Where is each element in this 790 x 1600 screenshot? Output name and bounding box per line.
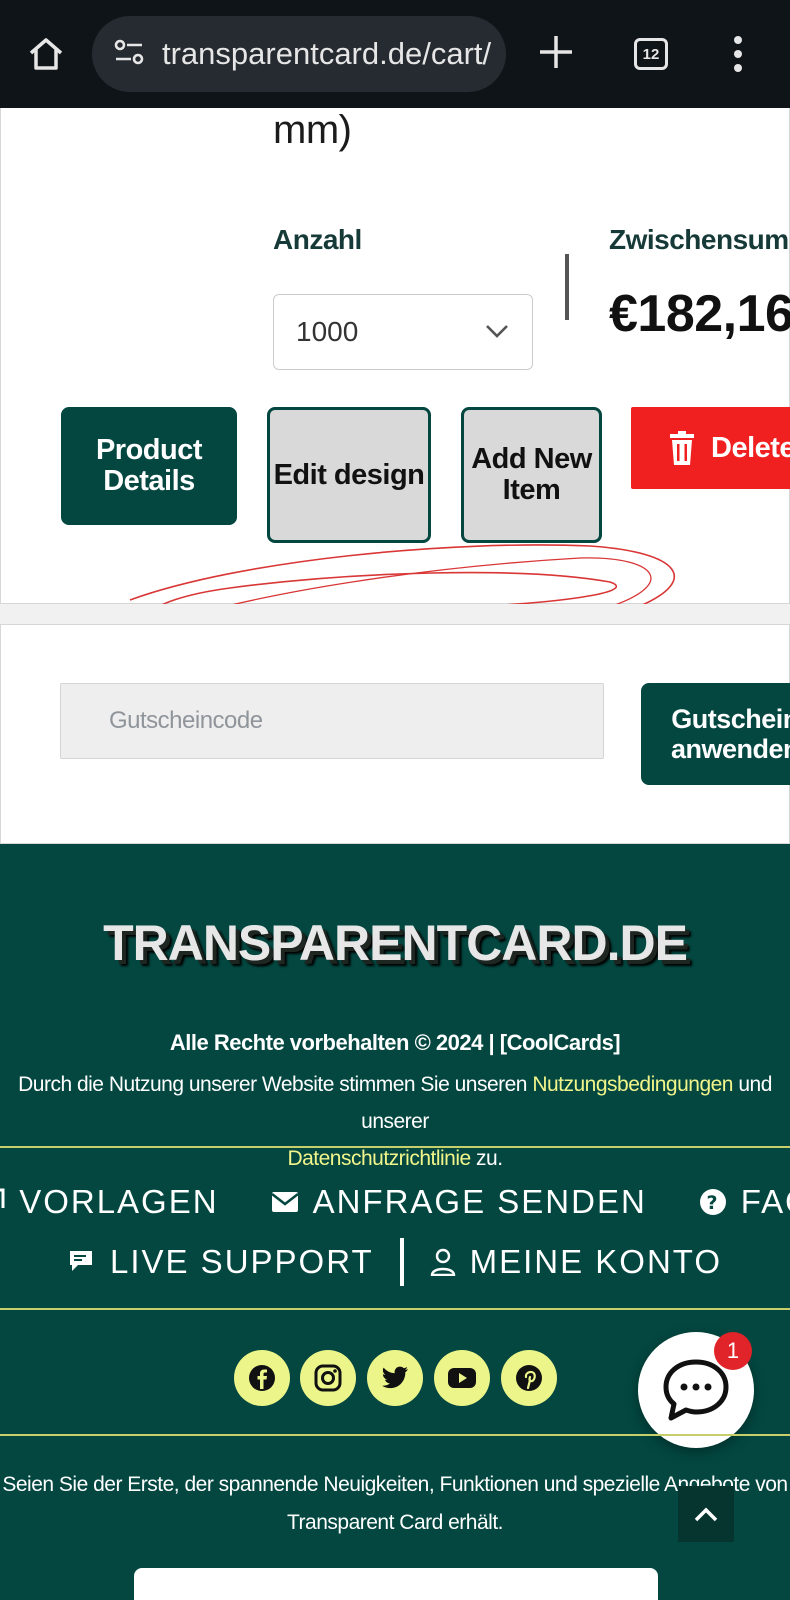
edit-design-button[interactable]: Edit design	[267, 407, 431, 543]
terms-notice-text: Durch die Nutzung unserer Website stimme…	[18, 1073, 533, 1096]
new-tab-icon[interactable]	[534, 30, 578, 74]
coupon-panel: Gutschein anwenden	[0, 624, 790, 844]
subtotal-value: €182,16	[609, 285, 790, 343]
add-new-item-button[interactable]: Add New Item	[461, 407, 602, 543]
nav-request[interactable]: ANFRAGE SENDEN	[245, 1183, 673, 1221]
chat-icon	[69, 1251, 92, 1271]
section-separator	[0, 604, 790, 626]
divider	[565, 254, 569, 320]
terms-notice-text-3: zu.	[470, 1147, 503, 1170]
quantity-value: 1000	[296, 316, 359, 347]
trash-icon	[670, 431, 694, 465]
chevron-up-icon	[694, 1507, 718, 1522]
scroll-to-top-button[interactable]	[678, 1486, 734, 1542]
twitter-icon[interactable]	[367, 1350, 423, 1406]
nav-account-label: MEINE KONTO	[469, 1243, 723, 1280]
newsletter-line-1: Seien Sie der Erste, der spannende Neuig…	[2, 1473, 788, 1496]
address-bar[interactable]: transparentcard.de/cart/	[92, 16, 506, 92]
terms-link[interactable]: Nutzungsbedingungen	[532, 1073, 733, 1096]
envelope-icon	[270, 1192, 299, 1212]
nav-live-support[interactable]: LIVE SUPPORT	[42, 1243, 400, 1281]
chevron-down-icon	[484, 321, 510, 346]
chat-notification-badge: 1	[714, 1332, 752, 1370]
subtotal-label: Zwischensumme	[609, 224, 790, 255]
newsletter-email-input[interactable]	[134, 1568, 658, 1600]
nav-account[interactable]: MEINE KONTO	[404, 1243, 748, 1281]
url-text[interactable]: transparentcard.de/cart/	[162, 36, 502, 72]
product-size-text: mm)	[273, 108, 352, 152]
question-circle-icon: ?	[699, 1189, 726, 1215]
pinterest-icon[interactable]	[501, 1350, 557, 1406]
footer-nav-row-2: LIVE SUPPORT MEINE KONTO	[0, 1234, 790, 1290]
nav-faq[interactable]: ? FAQ	[673, 1183, 790, 1221]
tab-switcher-button[interactable]: 12	[634, 38, 668, 70]
coupon-code-input[interactable]	[60, 683, 604, 759]
delete-button[interactable]: Delete	[631, 407, 790, 489]
nav-faq-label: FAQ	[740, 1183, 790, 1220]
privacy-link[interactable]: Datenschutzrichtlinie	[287, 1147, 471, 1170]
facebook-icon[interactable]	[234, 1350, 290, 1406]
user-icon	[430, 1248, 455, 1276]
footer-logo[interactable]: TRANSPARENTCARD.DE	[0, 914, 790, 972]
browser-toolbar: transparentcard.de/cart/ 12	[0, 0, 790, 108]
copyright-text: Alle Rechte vorbehalten © 2024 | [CoolCa…	[169, 1030, 621, 1055]
terms-notice: Durch die Nutzung unserer Website stimme…	[0, 1066, 790, 1177]
svg-text:?: ?	[706, 1192, 719, 1214]
apply-coupon-button[interactable]: Gutschein anwenden	[641, 683, 790, 785]
site-footer: TRANSPARENTCARD.DE Alle Rechte vorbehalt…	[0, 844, 790, 1600]
delete-button-label: Delete	[711, 431, 790, 464]
footer-nav-row-1: VORLAGEN ANFRAGE SENDEN ? FAQ	[0, 1174, 790, 1230]
footer-divider	[0, 1146, 790, 1148]
cart-item-panel: mm) Anzahl 1000 Zwischensumme €182,16 Pr…	[0, 108, 790, 604]
quantity-label: Anzahl	[273, 224, 362, 255]
nav-request-label: ANFRAGE SENDEN	[312, 1183, 647, 1220]
copy-icon	[0, 1188, 5, 1208]
nav-templates[interactable]: VORLAGEN	[0, 1183, 245, 1221]
product-details-button[interactable]: Product Details	[61, 407, 237, 525]
newsletter-text: Seien Sie der Erste, der spannende Neuig…	[0, 1466, 790, 1542]
footer-divider	[0, 1434, 790, 1436]
home-icon[interactable]	[22, 30, 70, 78]
footer-divider	[0, 1308, 790, 1310]
quantity-select[interactable]: 1000	[273, 294, 533, 370]
more-menu-icon[interactable]	[728, 34, 748, 74]
site-settings-icon[interactable]	[112, 37, 146, 72]
nav-live-support-label: LIVE SUPPORT	[109, 1243, 374, 1280]
youtube-icon[interactable]	[434, 1350, 490, 1406]
instagram-icon[interactable]	[300, 1350, 356, 1406]
nav-templates-label: VORLAGEN	[19, 1183, 219, 1220]
newsletter-line-2: Transparent Card erhält.	[287, 1511, 504, 1534]
